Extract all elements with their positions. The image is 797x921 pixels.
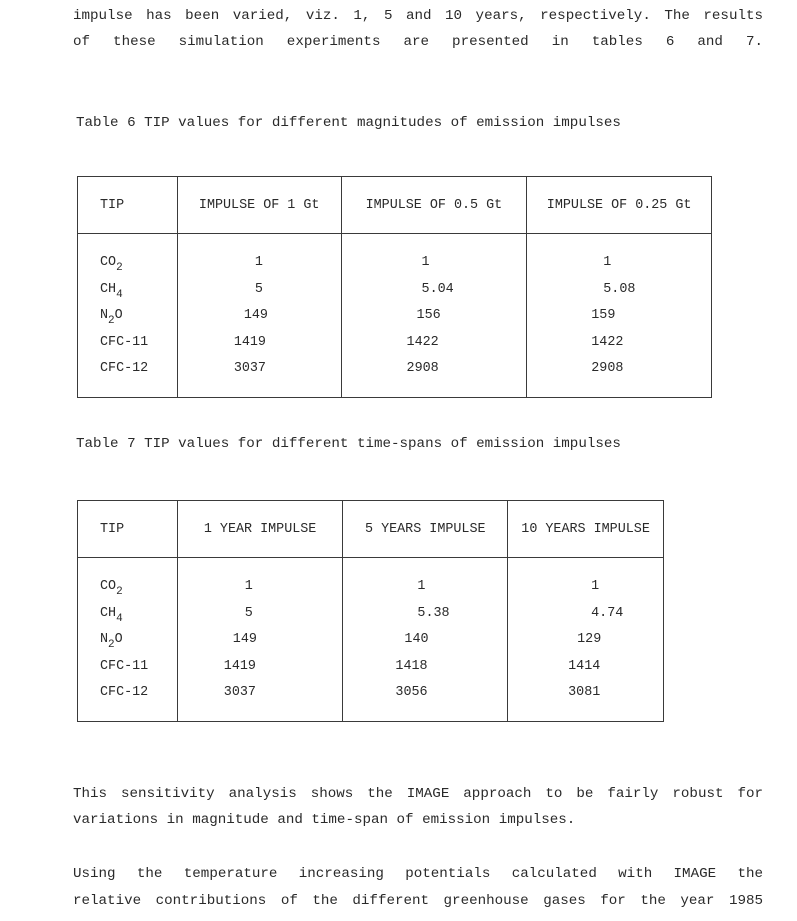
gas-formula-tail: O xyxy=(114,632,123,647)
tip-value: 5 xyxy=(244,605,253,621)
tip-value: 1 xyxy=(603,255,612,270)
table-6-05gt-column: 1 5.04 156 1422 2908 xyxy=(340,233,528,397)
table-6-header-1gt: IMPULSE OF 1 Gt xyxy=(176,176,342,234)
table-6-gas-column: CO2 CH4 N2O CFC-11 CFC-12 xyxy=(77,233,178,397)
tip-value: 1422 xyxy=(591,334,624,350)
tip-value: 159 xyxy=(591,308,616,323)
gas-label: N2O xyxy=(100,627,177,654)
tip-value: 3037 xyxy=(233,361,266,376)
gas-label: N2O xyxy=(100,303,177,330)
table-7-body-row: CO2 CH4 N2O CFC-11 CFC-12 1 5 149 1419 3037 1 5.3… xyxy=(77,557,664,721)
conclusion-line-3: Using the temperature increasing potenti… xyxy=(73,866,763,882)
gas-subscript: 2 xyxy=(116,586,123,598)
gas-label: CH4 xyxy=(100,277,177,304)
table-6-caption: Table 6 TIP values for different magnitu… xyxy=(76,115,621,131)
conclusion-paragraph-2-cont: relative contributions of the different … xyxy=(73,893,763,909)
table-7-header-1yr: 1 YEAR IMPULSE xyxy=(176,500,344,558)
gas-formula: N xyxy=(100,308,109,323)
tip-value: 129 xyxy=(577,632,602,647)
tip-value: 1418 xyxy=(395,658,428,674)
tip-value: 149 xyxy=(232,632,257,647)
table-7-1yr-column: 1 5 149 1419 3037 xyxy=(176,557,344,721)
gas-formula: CFC-12 xyxy=(100,685,149,700)
tip-value: 1422 xyxy=(406,334,439,350)
gas-formula: CO xyxy=(100,255,117,270)
tip-value: 156 xyxy=(416,308,441,323)
conclusion-line-4: relative contributions of the different … xyxy=(73,893,763,909)
table-7-header-5yr: 5 YEARS IMPULSE xyxy=(342,500,509,558)
gas-subscript: 2 xyxy=(108,639,115,651)
conclusion-paragraph-1: This sensitivity analysis shows the IMAG… xyxy=(73,786,763,802)
gas-formula: N xyxy=(100,632,109,647)
tip-value: 5 xyxy=(254,281,263,297)
intro-paragraph-cont: of these simulation experiments are pres… xyxy=(73,34,763,50)
tip-value: 3056 xyxy=(395,685,428,700)
table-7-gas-column: CO2 CH4 N2O CFC-11 CFC-12 xyxy=(77,557,178,721)
gas-label: CFC-12 xyxy=(100,680,177,707)
gas-label: CH4 xyxy=(100,601,177,628)
table-7: TIP 1 YEAR IMPULSE 5 YEARS IMPULSE 10 YE… xyxy=(77,500,664,722)
gas-formula: CH xyxy=(100,605,117,621)
tip-value: 140 xyxy=(404,632,429,647)
gas-formula: CFC-11 xyxy=(100,334,149,350)
table-6-header-025gt: IMPULSE OF 0.25 Gt xyxy=(526,176,712,234)
table-6-header-row: TIP IMPULSE OF 1 Gt IMPULSE OF 0.5 Gt IM… xyxy=(77,176,712,234)
table-7-header-row: TIP 1 YEAR IMPULSE 5 YEARS IMPULSE 10 YE… xyxy=(77,500,664,558)
table-7-header-10yr: 10 YEARS IMPULSE xyxy=(507,500,664,558)
tip-value: 1419 xyxy=(223,658,256,674)
table-6-header-tip: TIP xyxy=(77,176,178,234)
table-7-10yr-column: 1 4.74 129 1414 3081 xyxy=(507,557,664,721)
intro-line-2: of these simulation experiments are pres… xyxy=(73,34,763,50)
table-6-body-row: CO2 CH4 N2O CFC-11 CFC-12 1 5 149 1419 3037 1 5.0… xyxy=(77,233,712,397)
gas-formula: CH xyxy=(100,281,117,297)
tip-value: 1419 xyxy=(233,334,266,350)
tip-value: 5.08 xyxy=(603,281,636,297)
conclusion-paragraph-2: Using the temperature increasing potenti… xyxy=(73,866,763,882)
conclusion-paragraph-1-cont: variations in magnitude and time-span of… xyxy=(73,812,575,828)
tip-value: 1 xyxy=(417,579,426,594)
gas-label: CFC-11 xyxy=(100,330,177,357)
tip-value: 3081 xyxy=(568,685,601,700)
gas-subscript: 4 xyxy=(116,288,123,301)
table-6-header-05gt: IMPULSE OF 0.5 Gt xyxy=(340,176,528,234)
table-7-header-tip: TIP xyxy=(77,500,178,558)
gas-subscript: 2 xyxy=(108,315,115,327)
gas-formula-tail: O xyxy=(114,308,123,323)
gas-subscript: 2 xyxy=(116,262,123,274)
conclusion-line-2: variations in magnitude and time-span of… xyxy=(73,812,576,828)
table-6-025gt-column: 1 5.08 159 1422 2908 xyxy=(526,233,712,397)
intro-paragraph: impulse has been varied, viz. 1, 5 and 1… xyxy=(73,8,763,24)
gas-formula: CO xyxy=(100,579,117,594)
tip-value: 1414 xyxy=(568,658,601,674)
gas-formula: CFC-12 xyxy=(100,361,149,376)
tip-value: 1 xyxy=(421,255,430,270)
tip-value: 3037 xyxy=(223,685,256,700)
gas-label: CFC-11 xyxy=(100,654,177,681)
tip-value: 5.04 xyxy=(421,281,454,297)
gas-formula: CFC-11 xyxy=(100,658,149,674)
gas-label: CO2 xyxy=(100,574,177,601)
gas-label: CFC-12 xyxy=(100,356,177,383)
table-7-caption: Table 7 TIP values for different time-sp… xyxy=(76,436,621,452)
gas-label: CO2 xyxy=(100,250,177,277)
table-6: TIP IMPULSE OF 1 Gt IMPULSE OF 0.5 Gt IM… xyxy=(77,176,712,398)
tip-value: 4.74 xyxy=(591,605,624,621)
gas-subscript: 4 xyxy=(116,612,123,625)
tip-value: 2908 xyxy=(591,361,624,376)
table-7-5yr-column: 1 5.38 140 1418 3056 xyxy=(342,557,509,721)
tip-value: 2908 xyxy=(406,361,439,376)
intro-line-1: impulse has been varied, viz. 1, 5 and 1… xyxy=(73,8,763,24)
tip-value: 5.38 xyxy=(417,605,450,621)
tip-value: 1 xyxy=(591,579,600,594)
tip-value: 149 xyxy=(243,308,268,323)
tip-value: 1 xyxy=(244,579,253,594)
conclusion-line-1: This sensitivity analysis shows the IMAG… xyxy=(73,786,763,802)
table-6-1gt-column: 1 5 149 1419 3037 xyxy=(176,233,342,397)
tip-value: 1 xyxy=(254,255,263,270)
